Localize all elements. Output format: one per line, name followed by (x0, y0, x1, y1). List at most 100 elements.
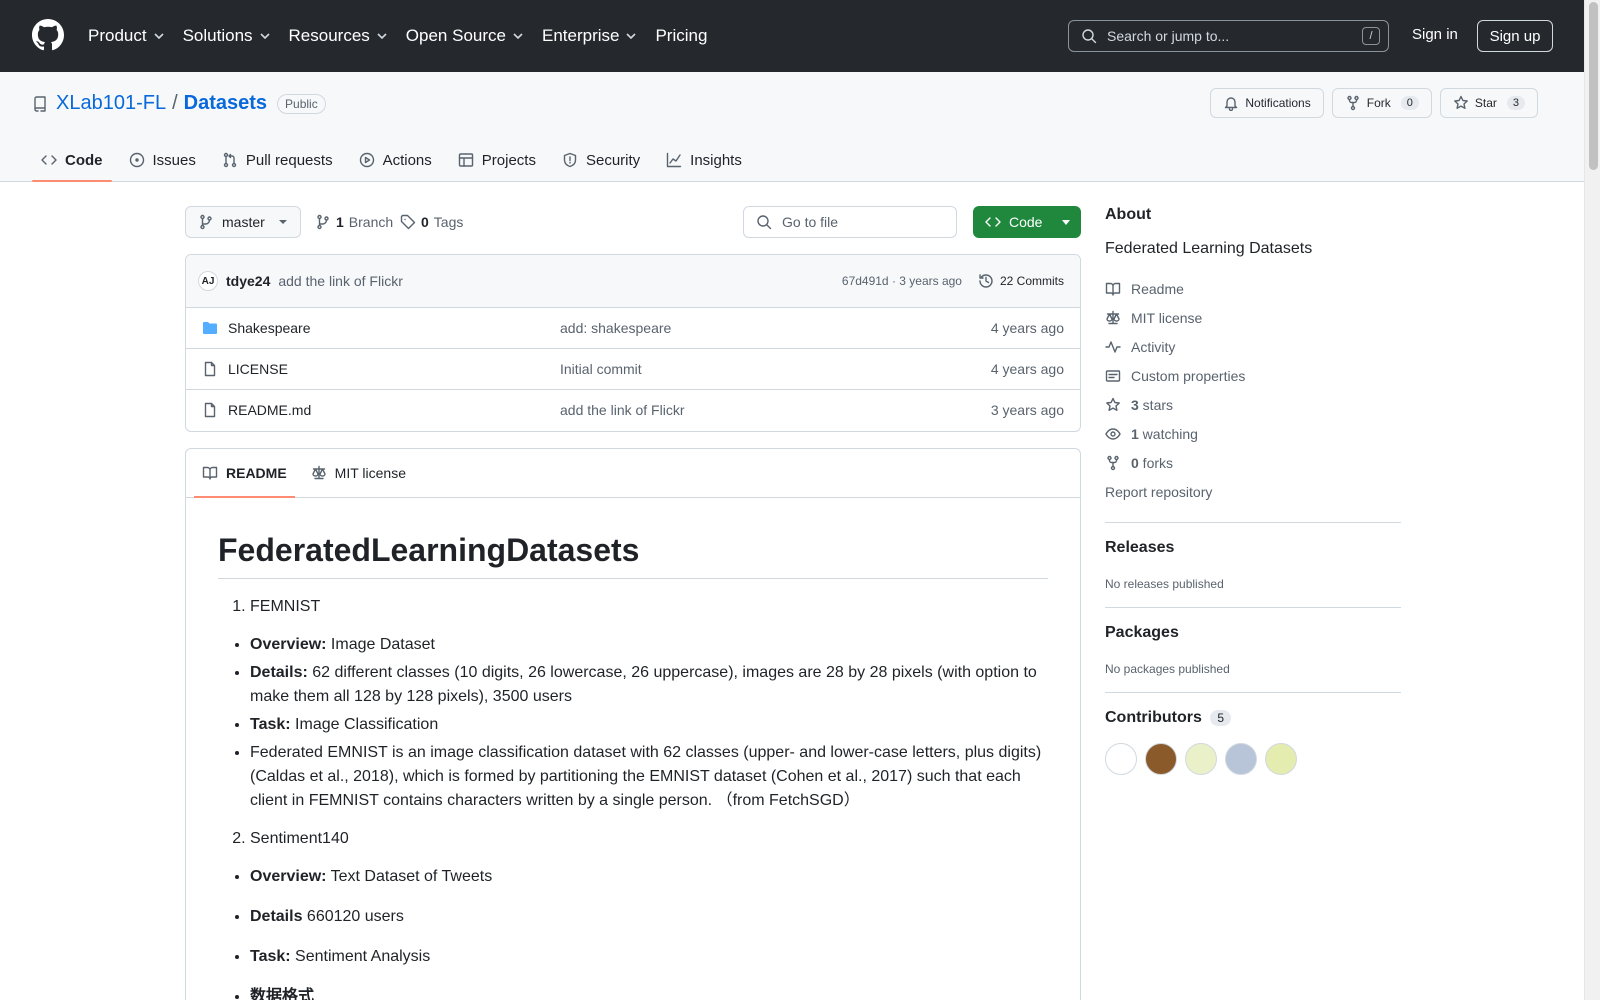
nav-enterprise[interactable]: Enterprise (542, 26, 637, 46)
bullet-label: Details (250, 908, 303, 925)
top-navigation: Product Solutions Resources Open Source … (88, 0, 725, 72)
watching-count: 1 (1131, 425, 1139, 442)
file-name[interactable]: Shakespeare (228, 320, 311, 336)
bell-icon (1225, 97, 1238, 111)
file-name[interactable]: README.md (228, 402, 311, 418)
sidebar-link-custom-properties[interactable]: Custom properties (1105, 361, 1401, 390)
global-header: Product Solutions Resources Open Source … (0, 0, 1584, 72)
tab-label: Insights (690, 151, 742, 169)
packages-empty-text: No packages published (1105, 662, 1230, 676)
nav-resources[interactable]: Resources (289, 26, 388, 46)
fork-button[interactable]: Fork 0 (1331, 88, 1432, 118)
avatar[interactable] (1185, 743, 1217, 775)
sign-up-button[interactable]: Sign up (1477, 20, 1553, 52)
nav-label: Product (88, 26, 147, 45)
code-icon (985, 217, 1001, 227)
tags-link[interactable]: 0 Tags (400, 214, 463, 230)
section-heading: FEMNIST (250, 595, 1048, 619)
sidebar-link-readme[interactable]: Readme (1105, 274, 1401, 303)
divider (1105, 692, 1401, 693)
divider (1105, 522, 1401, 523)
commit-message[interactable]: add the link of Flickr (278, 273, 403, 289)
avatar[interactable] (1105, 743, 1137, 775)
packages-title[interactable]: Packages (1105, 624, 1401, 642)
latest-commit-row: AJ tdye24 add the link of Flickr 67d491d… (186, 255, 1080, 308)
chevron-down-icon (259, 33, 270, 40)
avatar[interactable] (1265, 743, 1297, 775)
branch-count: 1 (336, 214, 344, 230)
tab-readme[interactable]: README (194, 449, 295, 498)
search-icon (1082, 29, 1097, 44)
nav-product[interactable]: Product (88, 26, 165, 46)
bullet-text: 62 different classes (10 digits, 26 lowe… (250, 664, 1037, 705)
code-dropdown-button[interactable]: Code (973, 206, 1081, 238)
commit-sha-time[interactable]: 67d491d · 3 years ago (842, 274, 962, 288)
nav-solutions[interactable]: Solutions (183, 26, 271, 46)
bullet-label: Details: (250, 664, 308, 681)
tag-icon (400, 214, 416, 230)
readme-title: FederatedLearningDatasets (218, 530, 1048, 579)
releases-title[interactable]: Releases (1105, 539, 1401, 557)
tab-insights[interactable]: Insights (657, 138, 751, 182)
file-row[interactable]: Shakespeare add: shakespeare 4 years ago (186, 308, 1080, 349)
file-row[interactable]: README.md add the link of Flickr 3 years… (186, 390, 1080, 431)
sidebar-link-label: Readme (1131, 280, 1184, 297)
eye-icon (1105, 427, 1121, 440)
tab-code[interactable]: Code (32, 138, 112, 182)
file-commit-message[interactable]: add: shakespeare (560, 320, 671, 336)
tag-label: Tags (433, 214, 464, 230)
commit-author-avatar[interactable]: AJ (198, 271, 218, 291)
report-repository-link[interactable]: Report repository (1105, 477, 1401, 506)
contributors-title[interactable]: Contributors (1105, 709, 1202, 726)
github-logo-icon[interactable] (32, 19, 64, 51)
sign-in-link[interactable]: Sign in (1412, 26, 1458, 43)
code-button-label: Code (1009, 214, 1043, 230)
bullet-item: Details 660120 users (250, 905, 1048, 929)
sidebar-link-label: Activity (1131, 338, 1176, 355)
branch-selector-button[interactable]: master (185, 206, 301, 238)
fork-count: 0 (1400, 96, 1419, 110)
file-name[interactable]: LICENSE (228, 361, 288, 377)
book-icon (1105, 282, 1121, 296)
sidebar-link-label: forks (1138, 454, 1174, 471)
commit-author[interactable]: tdye24 (226, 273, 270, 289)
star-button[interactable]: Star 3 (1439, 88, 1538, 118)
tab-projects[interactable]: Projects (449, 138, 545, 182)
about-title: About (1105, 206, 1152, 223)
tab-pull-requests[interactable]: Pull requests (213, 138, 342, 182)
file-commit-message[interactable]: add the link of Flickr (560, 402, 685, 418)
sidebar-link-forks[interactable]: 0 forks (1105, 448, 1401, 477)
global-search-input[interactable]: Search or jump to... / (1068, 20, 1389, 52)
avatar[interactable] (1225, 743, 1257, 775)
commits-history-link[interactable]: 22 Commits (978, 273, 1064, 289)
sidebar-link-watching[interactable]: 1 watching (1105, 419, 1401, 448)
page-scrollbar[interactable] (1584, 0, 1600, 1000)
search-placeholder: Search or jump to... (1107, 28, 1230, 44)
file-age: 4 years ago (990, 320, 1064, 336)
tab-label: README (226, 465, 287, 481)
graph-icon (666, 152, 682, 168)
tab-issues[interactable]: Issues (120, 138, 205, 182)
repo-owner-link[interactable]: XLab101-FL (56, 92, 166, 115)
sidebar-link-activity[interactable]: Activity (1105, 332, 1401, 361)
caret-down-icon (278, 220, 287, 224)
sidebar-link-stars[interactable]: 3 stars (1105, 390, 1401, 419)
readme-content: FederatedLearningDatasets FEMNIST Overvi… (186, 498, 1080, 1000)
file-row[interactable]: LICENSE Initial commit 4 years ago (186, 349, 1080, 390)
repo-name-link[interactable]: Datasets (184, 92, 267, 115)
tab-license[interactable]: MIT license (303, 449, 414, 497)
scrollbar-thumb[interactable] (1589, 2, 1598, 170)
nav-open-source[interactable]: Open Source (406, 26, 524, 46)
notifications-button[interactable]: Notifications (1210, 88, 1324, 118)
go-to-file-input[interactable]: Go to file (743, 206, 957, 238)
file-commit-message[interactable]: Initial commit (560, 361, 642, 377)
branch-name: master (222, 214, 265, 230)
avatar[interactable] (1145, 743, 1177, 775)
nav-pricing[interactable]: Pricing (655, 26, 707, 46)
star-icon (1106, 397, 1120, 411)
tab-actions[interactable]: Actions (350, 138, 441, 182)
branches-link[interactable]: 1 Branch (315, 214, 393, 230)
book-icon (202, 466, 218, 480)
sidebar-link-license[interactable]: MIT license (1105, 303, 1401, 332)
tab-security[interactable]: Security (553, 138, 649, 182)
